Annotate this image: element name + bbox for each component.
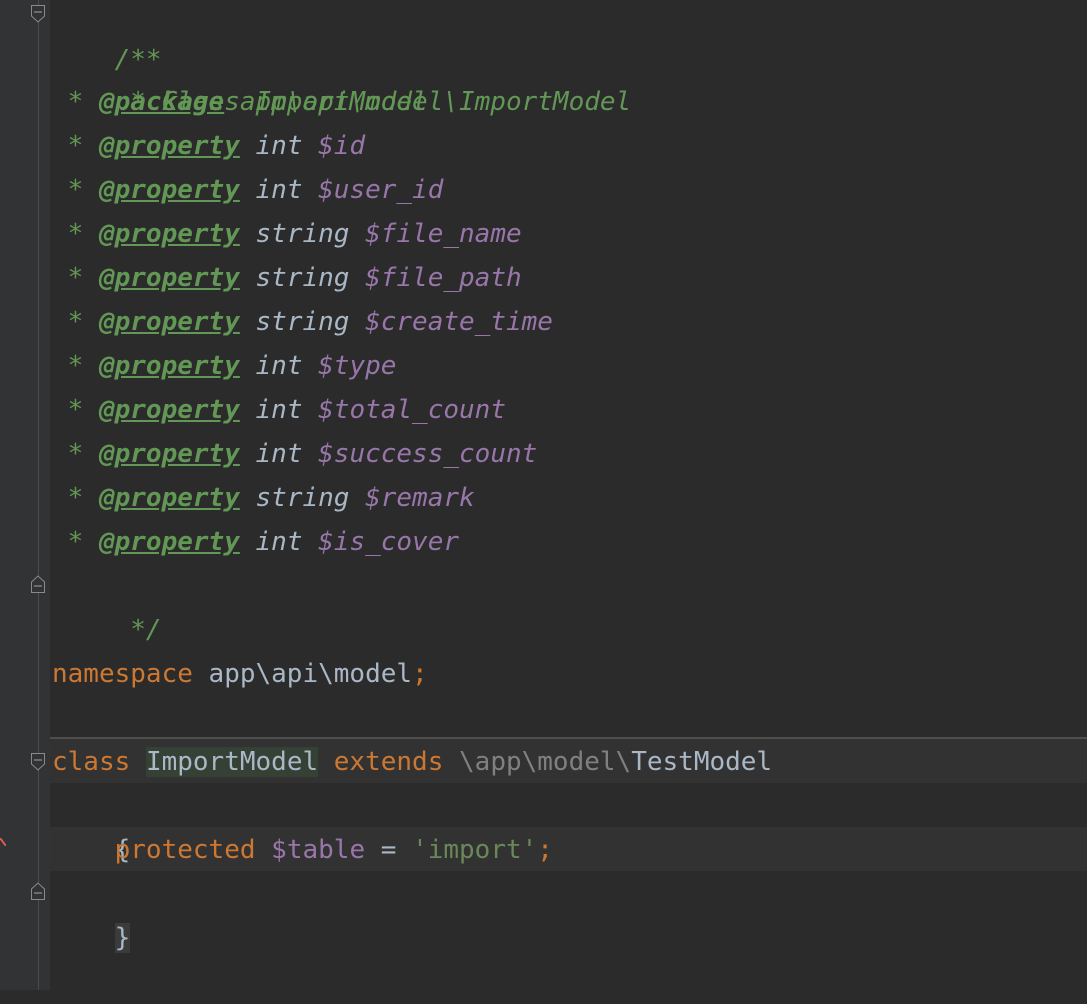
fold-end-icon[interactable] — [30, 882, 46, 900]
doc-package-tag[interactable]: @package — [99, 87, 224, 117]
doc-property-tag[interactable]: @property — [99, 307, 240, 337]
doc-star: * — [52, 307, 99, 337]
doc-comment-close: */ — [114, 615, 162, 645]
doc-property-tag[interactable]: @property — [99, 131, 240, 161]
doc-star: * — [52, 483, 99, 513]
doc-star: * — [52, 219, 99, 249]
class-keyword: class — [52, 747, 131, 777]
property-type: int — [239, 395, 319, 425]
code-line[interactable]: { — [52, 784, 131, 865]
property-name: $user_id — [318, 175, 444, 205]
code-line[interactable]: * @property int $total_count — [52, 388, 506, 432]
code-line[interactable]: * @property string $file_name — [52, 212, 522, 256]
error-marker-icon[interactable] — [0, 838, 6, 846]
doc-star: * — [52, 395, 99, 425]
doc-star: * — [52, 175, 99, 205]
property-name: $success_count — [318, 439, 538, 469]
code-line[interactable]: * @property string $file_path — [52, 256, 522, 300]
property-name: $type — [318, 351, 397, 381]
doc-star: * — [52, 131, 99, 161]
property-type: int — [239, 439, 319, 469]
code-line[interactable]: * @property string $create_time — [52, 300, 553, 344]
code-line[interactable]: * @property int $is_cover — [52, 520, 459, 564]
code-line[interactable]: namespace app\api\model; — [52, 652, 428, 696]
property-name: $total_count — [318, 395, 506, 425]
assign-operator: = — [365, 835, 413, 865]
property-type: int — [239, 175, 319, 205]
doc-package-value: app\api\model\ImportModel — [224, 87, 632, 117]
parent-class-name[interactable]: TestModel — [631, 747, 772, 777]
fold-collapse-icon[interactable] — [30, 753, 46, 771]
doc-property-tag[interactable]: @property — [99, 483, 240, 513]
property-name: $create_time — [365, 307, 553, 337]
table-string[interactable]: 'import' — [412, 835, 537, 865]
code-line[interactable]: * @property int $user_id — [52, 168, 444, 212]
namespace-name[interactable]: app\api\model — [193, 659, 413, 689]
doc-property-tag[interactable]: @property — [99, 395, 240, 425]
code-line[interactable]: * Class ImportModel — [52, 36, 427, 117]
code-line[interactable]: protected $table = 'import'; — [52, 828, 553, 872]
protected-keyword: protected — [114, 835, 256, 865]
extends-keyword: extends — [333, 747, 444, 777]
doc-property-tag[interactable]: @property — [99, 351, 240, 381]
semicolon: ; — [537, 835, 553, 865]
property-name: $id — [318, 131, 366, 161]
semicolon: ; — [412, 659, 428, 689]
class-name[interactable]: ImportModel — [145, 747, 319, 777]
property-type: int — [239, 351, 319, 381]
property-type: int — [239, 527, 319, 557]
code-line[interactable]: * @property int $type — [52, 344, 397, 388]
gutter-divider — [38, 0, 39, 990]
doc-star: * — [52, 87, 99, 117]
code-line[interactable]: * @property int $success_count — [52, 432, 538, 476]
doc-property-tag[interactable]: @property — [99, 263, 240, 293]
property-type: int — [239, 131, 319, 161]
code-line[interactable]: } — [52, 872, 131, 953]
code-line[interactable]: * @property int $id — [52, 124, 365, 168]
fold-end-icon[interactable] — [30, 575, 46, 593]
property-type: string — [239, 483, 366, 513]
doc-property-tag[interactable]: @property — [99, 219, 240, 249]
code-line[interactable]: */ — [52, 564, 161, 645]
namespace-keyword: namespace — [52, 659, 193, 689]
doc-property-tag[interactable]: @property — [99, 527, 240, 557]
code-line[interactable]: * @property string $remark — [52, 476, 475, 520]
code-line[interactable]: * @package app\api\model\ImportModel — [52, 80, 632, 124]
fold-collapse-icon[interactable] — [30, 5, 46, 23]
table-variable[interactable]: $table — [271, 835, 365, 865]
doc-star: * — [52, 527, 99, 557]
property-name: $is_cover — [318, 527, 460, 557]
editor-gutter[interactable] — [0, 0, 50, 990]
code-line[interactable]: /** — [52, 0, 162, 75]
property-type: string — [239, 219, 366, 249]
doc-property-tag[interactable]: @property — [99, 439, 240, 469]
property-type: string — [239, 263, 366, 293]
property-name: $file_path — [365, 263, 522, 293]
close-brace: } — [114, 923, 131, 953]
doc-star: * — [52, 263, 99, 293]
property-type: string — [239, 307, 366, 337]
doc-star: * — [52, 351, 99, 381]
code-line[interactable]: class ImportModel extends \app\model\Tes… — [52, 740, 772, 784]
property-name: $remark — [365, 483, 475, 513]
doc-star: * — [52, 439, 99, 469]
parent-namespace[interactable]: \app\model\ — [459, 747, 631, 777]
doc-property-tag[interactable]: @property — [99, 175, 240, 205]
property-name: $file_name — [365, 219, 522, 249]
